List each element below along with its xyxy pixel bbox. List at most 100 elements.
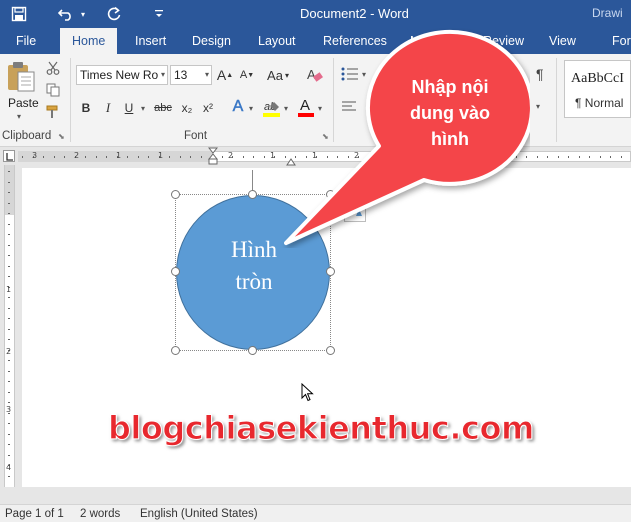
drawing-tools-label: Drawi — [592, 6, 623, 20]
shrink-font-button[interactable]: A ▼ — [238, 65, 256, 85]
text-effects-dropdown-icon[interactable]: ▾ — [249, 104, 253, 113]
ruler-tick — [200, 156, 202, 158]
underline-dropdown-icon[interactable]: ▾ — [141, 104, 145, 113]
ruler-tick — [179, 156, 181, 158]
document-title: Document2 - Word — [300, 6, 409, 21]
ruler-tick — [242, 156, 244, 158]
ruler-tick — [8, 265, 10, 267]
text-effects-button[interactable]: A — [229, 96, 247, 118]
tab-file[interactable]: File — [16, 28, 36, 54]
title-bar: ▾ Document2 - Word Drawi — [0, 0, 631, 28]
ruler-tick — [8, 171, 10, 172]
ruler-tick — [557, 156, 559, 158]
word-count[interactable]: 2 words — [80, 508, 120, 520]
ruler-tick — [8, 181, 10, 183]
grow-font-label: A — [216, 67, 227, 83]
callout-line1: Nhập nội — [411, 77, 489, 97]
ruler-tick — [8, 223, 10, 225]
save-icon[interactable] — [8, 4, 30, 24]
font-size-combo[interactable]: 13 ▾ — [170, 65, 212, 85]
ruler-tick — [599, 156, 601, 158]
status-bar: Page 1 of 1 2 words English (United Stat… — [0, 504, 631, 522]
ruler-number: 1 — [116, 151, 122, 160]
tab-insert[interactable]: Insert — [135, 28, 166, 54]
format-painter-icon[interactable] — [46, 105, 60, 122]
shading-dropdown-icon[interactable]: ▾ — [536, 102, 540, 111]
ruler-tick — [169, 156, 170, 158]
tab-view[interactable]: View — [549, 28, 576, 54]
chevron-down-icon: ▾ — [204, 70, 209, 79]
customize-qat-icon[interactable] — [152, 4, 166, 24]
style-normal[interactable]: AaBbCcI ¶ Normal — [564, 60, 631, 118]
resize-handle-bottom-right[interactable] — [326, 346, 335, 355]
superscript-button[interactable]: x² — [199, 98, 217, 118]
ruler-tick — [8, 444, 10, 445]
ruler-number: 2 — [228, 151, 234, 160]
style-name: ¶ Normal — [575, 96, 624, 110]
ruler-tick — [568, 156, 569, 158]
paste-button[interactable]: Paste — [8, 96, 39, 110]
ruler-number: 2 — [6, 347, 12, 356]
ruler-tick — [85, 156, 86, 158]
ruler-tick — [8, 213, 10, 214]
ruler-number: 1 — [270, 151, 276, 160]
subscript-button[interactable]: x₂ — [178, 98, 196, 118]
ruler-tick — [127, 156, 128, 158]
callout-line3: hình — [431, 129, 469, 149]
ruler-number: 2 — [74, 151, 80, 160]
tab-design[interactable]: Design — [192, 28, 231, 54]
italic-button[interactable]: I — [100, 98, 116, 118]
ruler-tick — [536, 156, 538, 158]
resize-handle-bottom-left[interactable] — [171, 346, 180, 355]
ruler-tick — [578, 156, 580, 158]
ruler-number: 3 — [6, 405, 12, 414]
resize-handle-top[interactable] — [248, 190, 257, 199]
redo-icon[interactable] — [104, 4, 124, 24]
ruler-tick — [620, 156, 622, 158]
circle-text-line2: tròn — [235, 269, 273, 294]
group-divider — [70, 58, 71, 142]
ruler-tick — [8, 454, 10, 456]
ruler-tick — [106, 156, 107, 158]
undo-icon[interactable] — [56, 4, 76, 24]
paste-dropdown-icon[interactable]: ▾ — [17, 112, 21, 121]
tab-format[interactable]: For — [612, 28, 631, 54]
font-name-value: Times New Ro — [80, 68, 159, 82]
ruler-tick — [8, 276, 10, 277]
tab-home[interactable]: Home — [60, 28, 118, 54]
font-name-combo[interactable]: Times New Ro ▾ — [76, 65, 168, 85]
mouse-cursor-icon — [301, 382, 315, 406]
bold-button[interactable]: B — [78, 98, 94, 118]
clipboard-launcher-icon[interactable]: ⬊ — [58, 132, 65, 141]
ruler-tick — [8, 297, 10, 298]
ruler-tick — [8, 192, 10, 193]
resize-handle-bottom[interactable] — [248, 346, 257, 355]
vertical-ruler[interactable]: 1 2 3 4 — [0, 165, 18, 487]
show-formatting-marks-button[interactable]: ¶ — [536, 66, 544, 82]
resize-handle-top-left[interactable] — [171, 190, 180, 199]
strikethrough-button[interactable]: abc — [152, 98, 174, 118]
copy-icon[interactable] — [46, 83, 60, 100]
grow-font-button[interactable]: A ▲ — [216, 65, 234, 85]
resize-handle-right[interactable] — [326, 267, 335, 276]
clipboard-group-label: Clipboard — [2, 130, 52, 142]
ruler-tick — [43, 156, 44, 158]
ruler-tick — [547, 156, 548, 158]
ruler-tick — [53, 156, 55, 158]
ruler-marks: 1 2 3 4 — [0, 165, 18, 487]
resize-handle-left[interactable] — [171, 267, 180, 276]
ruler-tick — [22, 156, 23, 158]
page-count[interactable]: Page 1 of 1 — [5, 508, 64, 520]
ruler-tick — [253, 156, 254, 158]
language-indicator[interactable]: English (United States) — [140, 508, 258, 520]
underline-button[interactable]: U — [121, 98, 137, 118]
paste-icon[interactable] — [4, 60, 40, 96]
group-divider — [556, 58, 557, 142]
undo-dropdown-icon[interactable]: ▾ — [78, 4, 88, 24]
ruler-tick — [221, 156, 223, 158]
chevron-down-icon: ▾ — [160, 70, 165, 79]
ruler-tick — [148, 156, 149, 158]
ruler-tick — [8, 423, 10, 424]
first-line-indent-icon[interactable] — [207, 147, 219, 168]
cut-icon[interactable] — [46, 61, 60, 78]
